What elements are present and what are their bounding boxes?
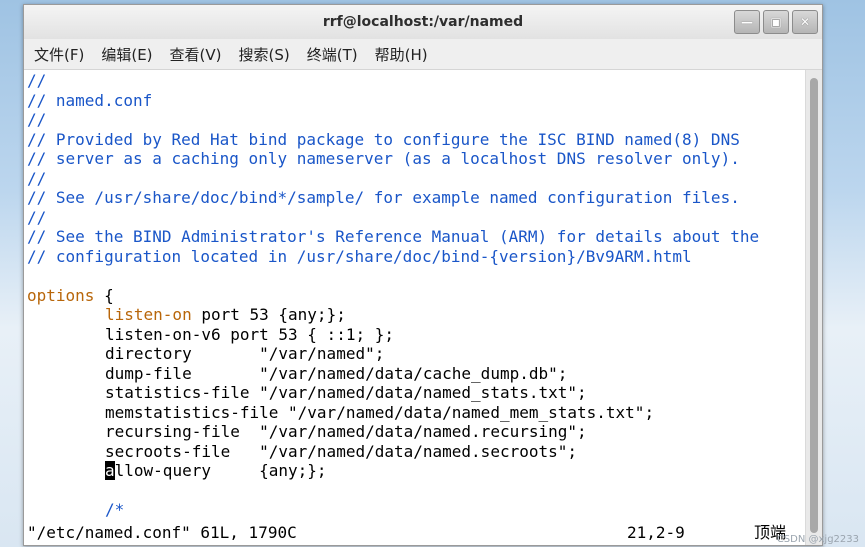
- code-line: statistics-file "/var/named/data/named_s…: [27, 383, 587, 403]
- code-text: secroots-file "/var/named/data/named.sec…: [105, 442, 578, 461]
- maximize-button[interactable]: ▣: [763, 10, 789, 34]
- menu-edit[interactable]: 编辑(E): [101, 44, 152, 65]
- menu-bar: 文件(F) 编辑(E) 查看(V) 搜索(S) 终端(T) 帮助(H): [24, 39, 822, 70]
- code-text: llow-query {any;};: [114, 461, 327, 480]
- code-line: memstatistics-file "/var/named/data/name…: [27, 403, 654, 423]
- status-file-info: "/etc/named.conf" 61L, 1790C: [27, 523, 297, 542]
- code-line: //: [27, 71, 47, 90]
- vertical-scrollbar[interactable]: [805, 70, 822, 545]
- code-line: options {: [27, 286, 114, 306]
- code-line: // named.conf: [27, 91, 153, 110]
- close-icon: ✕: [799, 15, 811, 29]
- code-line: // See /usr/share/doc/bind*/sample/ for …: [27, 188, 740, 207]
- code-line: // configuration located in /usr/share/d…: [27, 247, 692, 266]
- menu-help[interactable]: 帮助(H): [375, 44, 428, 65]
- code-text: {: [94, 286, 114, 305]
- code-line: dump-file "/var/named/data/cache_dump.db…: [27, 364, 567, 384]
- title-bar[interactable]: rrf@localhost:/var/named — ▣ ✕: [24, 5, 822, 40]
- code-text: listen-on-v6 port 53 { ::1; };: [105, 325, 394, 344]
- scrollbar-thumb[interactable]: [810, 78, 818, 533]
- code-line: //: [27, 110, 47, 129]
- code-line: secroots-file "/var/named/data/named.sec…: [27, 442, 577, 462]
- menu-search[interactable]: 搜索(S): [239, 44, 290, 65]
- code-text: statistics-file "/var/named/data/named_s…: [105, 383, 587, 402]
- code-line: directory "/var/named";: [27, 344, 384, 364]
- text-cursor: a: [105, 461, 115, 480]
- code-line: //: [27, 208, 47, 227]
- minimize-button[interactable]: —: [734, 10, 760, 34]
- code-line: /*: [27, 500, 124, 520]
- code-line: allow-query {any;};: [27, 461, 327, 481]
- keyword: options: [27, 286, 95, 305]
- code-line: // server as a caching only nameserver (…: [27, 149, 740, 168]
- code-line: // See the BIND Administrator's Referenc…: [27, 227, 760, 246]
- code-line: listen-on port 53 {any;};: [27, 305, 346, 325]
- code-line: //: [27, 169, 47, 188]
- watermark-text: CSDN @xjg2233: [776, 534, 859, 545]
- menu-view[interactable]: 查看(V): [170, 44, 222, 65]
- code-text: memstatistics-file "/var/named/data/name…: [105, 403, 655, 422]
- close-button[interactable]: ✕: [792, 10, 818, 34]
- code-text: directory "/var/named";: [105, 344, 385, 363]
- window-controls: — ▣ ✕: [734, 10, 818, 34]
- menu-terminal[interactable]: 终端(T): [307, 44, 358, 65]
- code-line: recursing-file "/var/named/data/named.re…: [27, 422, 587, 442]
- maximize-icon: ▣: [770, 15, 782, 29]
- terminal-window: rrf@localhost:/var/named — ▣ ✕ 文件(F) 编辑(…: [23, 4, 823, 546]
- code-line: // Provided by Red Hat bind package to c…: [27, 130, 740, 149]
- window-title: rrf@localhost:/var/named: [322, 14, 524, 30]
- status-cursor-position: 21,2-9: [627, 523, 685, 542]
- code-line: listen-on-v6 port 53 { ::1; };: [27, 325, 394, 345]
- code-text: /*: [105, 500, 125, 519]
- code-text: recursing-file "/var/named/data/named.re…: [105, 422, 587, 441]
- code-text: port 53 {any;};: [191, 305, 346, 324]
- terminal-content[interactable]: // // named.conf // // Provided by Red H…: [24, 70, 806, 545]
- menu-file[interactable]: 文件(F): [34, 44, 84, 65]
- keyword: listen-on: [105, 305, 192, 324]
- code-text: dump-file "/var/named/data/cache_dump.db…: [105, 364, 568, 383]
- minimize-icon: —: [741, 15, 753, 29]
